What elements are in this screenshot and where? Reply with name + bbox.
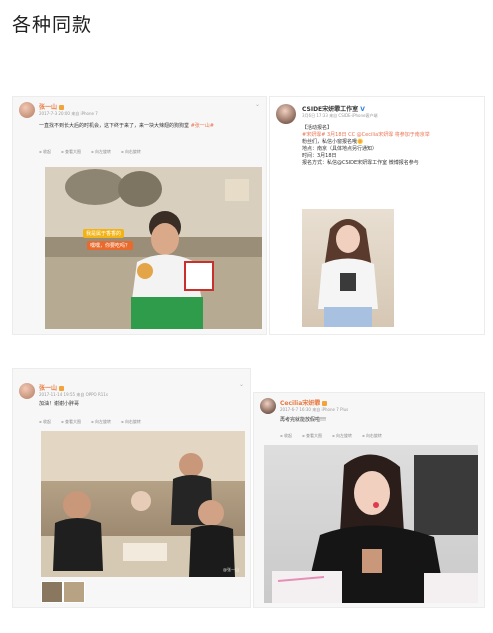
post-meta: 2017-7-3 20:00 来自 iPhone 7: [39, 111, 98, 116]
post-line-5: 时间：3月18日: [302, 153, 337, 159]
hashtag-link[interactable]: #张一山#: [191, 123, 214, 129]
post-line-4: 地点：南京（具体地点另行通知）: [302, 146, 378, 152]
photo-illustration: [272, 454, 478, 603]
collapse-action[interactable]: 收起: [39, 149, 51, 155]
watermark: @张一山: [223, 567, 239, 572]
post-text: 一直找不到长大后的时机会，这下终于来了，来一块大辣翅的狗狗堂 #张一山#: [39, 123, 259, 130]
image-actions: 收起 查看大图 向左旋转 向右旋转: [280, 433, 382, 439]
image-actions: 收起 查看大图 向左旋转 向右旋转: [39, 149, 141, 155]
username-link[interactable]: CSIDE宋妍霏工作室 V: [302, 104, 365, 113]
post-line-6: 报名方式：私信@CSIDE宋妍霏工作室 微博报名参与: [302, 160, 419, 166]
post-text-body: 一直找不到长大后的时机会，这下终于来了，来一块大辣翅的狗狗堂: [39, 123, 190, 129]
badge-icon: [322, 401, 328, 406]
view-large-action[interactable]: 查看大图: [302, 433, 322, 439]
badge-icon: [59, 105, 65, 110]
avatar[interactable]: [19, 102, 35, 118]
badge-icon: [59, 386, 65, 391]
post-line-2: #宋妍霏# 3月18日 CC @Cecilia宋妍霏 将参加于南京举: [302, 132, 430, 138]
post-header: 张一山 2017-11-14 19:55 来自 OPPO R11s ⌄: [13, 369, 250, 399]
rotate-right-action[interactable]: 向右旋转: [121, 419, 141, 425]
avatar[interactable]: [260, 398, 276, 414]
photo-illustration: [45, 167, 262, 329]
thumbnail[interactable]: [63, 581, 85, 603]
username[interactable]: 张一山: [39, 104, 57, 111]
view-large-action[interactable]: 查看大图: [61, 149, 81, 155]
post-line-3: 粉丝们，私信小窗报名哦🌼: [302, 139, 364, 145]
post-meta: 2017-11-14 19:55 来自 OPPO R11s: [39, 392, 108, 397]
rotate-left-action[interactable]: 向左旋转: [91, 419, 111, 425]
username[interactable]: Cecilia宋妍霏: [280, 400, 320, 407]
username-link[interactable]: Cecilia宋妍霏: [280, 398, 328, 407]
collapse-action[interactable]: 收起: [280, 433, 292, 439]
post-photo[interactable]: [264, 445, 478, 603]
post-header: 张一山 2017-7-3 20:00 来自 iPhone 7 ⌄: [13, 97, 266, 123]
verified-badge-icon: V: [360, 106, 365, 113]
weibo-post-card-3: 张一山 2017-11-14 19:55 来自 OPPO R11s ⌄ 加油！谢…: [12, 368, 251, 608]
post-text: 【活动报名】 #宋妍霏# 3月18日 CC @Cecilia宋妍霏 将参加于南京…: [302, 125, 480, 167]
rotate-right-action[interactable]: 向右旋转: [362, 433, 382, 439]
photo-illustration: [41, 431, 245, 577]
post-meta: 2017-6-7 16:30 来自 iPhone 7 Plus: [280, 407, 349, 412]
post-header: Cecilia宋妍霏 2017-6-7 16:30 来自 iPhone 7 Pl…: [254, 393, 484, 419]
username-link[interactable]: 张一山: [39, 383, 65, 392]
weibo-post-card-2: CSIDE宋妍霏工作室 V 3月6日 17:33 来自 CSIDE-iPhone…: [269, 96, 485, 335]
sticker-caption-bottom: 嘿嘿，你要吃吗？: [87, 241, 134, 250]
post-photo[interactable]: 我是属于香香的 嘿嘿，你要吃吗？: [45, 167, 262, 329]
post-photo[interactable]: [302, 209, 394, 327]
avatar[interactable]: [19, 383, 35, 399]
post-meta: 3月6日 17:33 来自 CSIDE-iPhone客户端: [302, 113, 378, 118]
avatar[interactable]: [276, 104, 296, 124]
post-line-1: 【活动报名】: [302, 125, 333, 131]
weibo-post-card-1: 张一山 2017-7-3 20:00 来自 iPhone 7 ⌄ 一直找不到长大…: [12, 96, 267, 335]
thumbnail[interactable]: [41, 581, 63, 603]
chevron-down-icon[interactable]: ⌄: [239, 381, 244, 388]
chevron-down-icon[interactable]: ⌄: [255, 101, 260, 108]
view-large-action[interactable]: 查看大图: [61, 419, 81, 425]
image-actions: 收起 查看大图 向左旋转 向右旋转: [39, 419, 141, 425]
post-text: 加油！谢谢小胖哥: [39, 401, 80, 407]
username[interactable]: 张一山: [39, 385, 57, 392]
photo-illustration: [318, 219, 378, 327]
username-link[interactable]: 张一山: [39, 102, 65, 111]
username[interactable]: CSIDE宋妍霏工作室: [302, 106, 358, 113]
rotate-left-action[interactable]: 向左旋转: [91, 149, 111, 155]
rotate-right-action[interactable]: 向右旋转: [121, 149, 141, 155]
post-photo[interactable]: @张一山: [41, 431, 245, 577]
sticker-caption-top: 我是属于香香的: [83, 229, 125, 238]
collapse-action[interactable]: 收起: [39, 419, 51, 425]
weibo-post-card-4: Cecilia宋妍霏 2017-6-7 16:30 来自 iPhone 7 Pl…: [253, 392, 485, 608]
post-header: CSIDE宋妍霏工作室 V 3月6日 17:33 来自 CSIDE-iPhone…: [270, 97, 484, 124]
rotate-left-action[interactable]: 向左旋转: [332, 433, 352, 439]
page-title: 各种同款: [12, 14, 93, 36]
post-text: 再考完就能放假啦!!!: [280, 417, 327, 423]
